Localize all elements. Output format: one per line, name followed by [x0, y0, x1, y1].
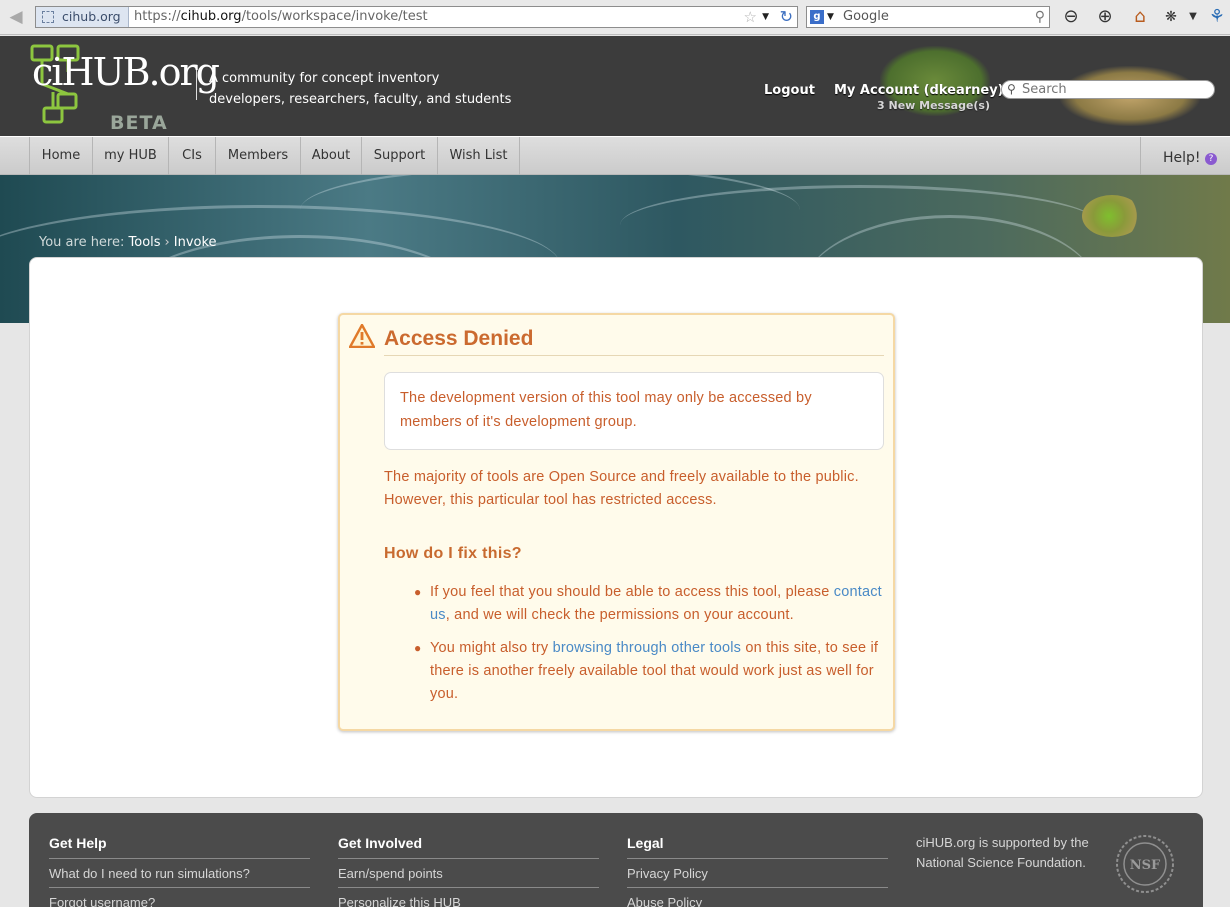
breadcrumb-item-invoke: Invoke	[173, 235, 217, 250]
footer-heading: Get Involved	[338, 835, 599, 859]
chevron-down-icon[interactable]: ▼	[1180, 4, 1206, 30]
footer-link[interactable]: Earn/spend points	[338, 859, 599, 888]
breadcrumb: You are here: Tools › Invoke	[39, 235, 217, 250]
logout-link[interactable]: Logout	[764, 83, 815, 98]
new-messages-link[interactable]: 3 New Message(s)	[877, 99, 990, 112]
help-link[interactable]: Help! ?	[1140, 137, 1230, 175]
logo-divider	[196, 70, 197, 100]
list-item: ● You might also try browsing through oth…	[414, 637, 890, 706]
site-footer: Get Help What do I need to run simulatio…	[29, 813, 1203, 907]
list-item: ● If you feel that you should be able to …	[414, 581, 890, 627]
support-text: ciHUB.org is supported by the National S…	[916, 835, 1089, 870]
nav-item-about[interactable]: About	[301, 137, 362, 175]
tagline-line: A community for concept inventory	[209, 71, 440, 86]
breadcrumb-prefix: You are here:	[39, 235, 125, 250]
browse-tools-link[interactable]: browsing through other tools	[553, 640, 742, 656]
url-domain: cihub.org	[180, 9, 242, 24]
fix-text: , and we will check the permissions on y…	[445, 607, 794, 623]
tagline-line: developers, researchers, faculty, and st…	[209, 92, 512, 107]
url-path: /tools/workspace/invoke/test	[241, 9, 428, 24]
footer-heading: Legal	[627, 835, 888, 859]
bookmark-star-icon[interactable]: ☆	[744, 7, 757, 27]
breadcrumb-item-tools[interactable]: Tools	[129, 235, 161, 250]
url-dropdown-icon[interactable]: ▼	[762, 7, 769, 27]
access-denied-box: Access Denied The development version of…	[338, 313, 895, 731]
logo-beta-label: BETA	[110, 112, 168, 134]
site-search-input[interactable]	[1022, 81, 1210, 98]
fix-text: You might also try	[430, 640, 553, 656]
site-identity-button[interactable]: cihub.org	[36, 7, 129, 27]
breadcrumb-separator: ›	[164, 235, 170, 250]
footer-column-get-help: Get Help What do I need to run simulatio…	[49, 835, 310, 907]
address-bar[interactable]: cihub.org https://cihub.org/tools/worksp…	[35, 6, 798, 28]
footer-column-legal: Legal Privacy Policy Abuse Policy	[627, 835, 888, 907]
nav-item-members[interactable]: Members	[216, 137, 301, 175]
intro-text: The majority of tools are Open Source an…	[384, 469, 859, 508]
title-divider	[384, 355, 884, 356]
footer-heading: Get Help	[49, 835, 310, 859]
footer-link[interactable]: What do I need to run simulations?	[49, 859, 310, 888]
site-identity-label: cihub.org	[62, 9, 121, 24]
search-icon: ⚲	[1007, 82, 1016, 96]
browser-search-input[interactable]: Google	[843, 7, 889, 27]
nav-item-home[interactable]: Home	[30, 137, 93, 175]
nsf-logo-text: NSF	[1130, 858, 1161, 873]
nav-item-support[interactable]: Support	[362, 137, 438, 175]
notice-message: The development version of this tool may…	[384, 372, 884, 450]
google-icon[interactable]: g	[810, 10, 824, 24]
fix-list: ● If you feel that you should be able to …	[414, 581, 890, 716]
url-text[interactable]: https://cihub.org/tools/workspace/invoke…	[134, 7, 428, 27]
site-search-box[interactable]: ⚲	[1001, 80, 1215, 99]
nsf-logo[interactable]: NSF	[1114, 833, 1176, 895]
engine-dropdown-icon[interactable]: ▼	[827, 7, 834, 27]
question-icon: ?	[1204, 153, 1217, 165]
nav-item-wish-list[interactable]: Wish List	[438, 137, 520, 175]
footer-link[interactable]: Privacy Policy	[627, 859, 888, 888]
main-nav: Home my HUB CIs Members About Support Wi…	[0, 136, 1230, 175]
magnifier-icon[interactable]: ⚲	[1035, 7, 1045, 27]
nav-item-cis[interactable]: CIs	[169, 137, 216, 175]
error-title: Access Denied	[384, 327, 534, 350]
footer-column-get-involved: Get Involved Earn/spend points Personali…	[338, 835, 599, 907]
logo-text[interactable]: ciHUB.org	[32, 50, 220, 94]
reload-icon[interactable]: ↻	[780, 7, 793, 27]
browser-search-box[interactable]: g ▼ Google ⚲	[806, 6, 1050, 28]
zoom-out-icon[interactable]: ⊖	[1058, 4, 1084, 30]
identity-icon	[42, 11, 54, 23]
browser-toolbar: ◀ cihub.org https://cihub.org/tools/work…	[0, 0, 1230, 35]
my-account-link[interactable]: My Account (dkearney)	[834, 83, 1004, 98]
bullet-icon: ●	[414, 641, 422, 655]
site-tagline: A community for concept inventory develo…	[209, 68, 511, 110]
nav-item-my-hub[interactable]: my HUB	[93, 137, 169, 175]
url-prefix: https://	[134, 9, 181, 24]
footer-link[interactable]: Personalize this HUB	[338, 888, 599, 907]
network-icon[interactable]: ⚘	[1204, 4, 1230, 30]
home-icon[interactable]: ⌂	[1127, 4, 1153, 30]
back-arrow-icon[interactable]: ◀	[4, 6, 28, 28]
help-label: Help!	[1163, 150, 1201, 166]
fix-text: If you feel that you should be able to a…	[430, 584, 834, 600]
fix-heading: How do I fix this?	[384, 545, 522, 562]
footer-link[interactable]: Abuse Policy	[627, 888, 888, 907]
bullet-icon: ●	[414, 585, 422, 599]
zoom-in-icon[interactable]: ⊕	[1092, 4, 1118, 30]
neuron-cell-image	[1082, 195, 1142, 237]
footer-link[interactable]: Forgot username?	[49, 888, 310, 907]
warning-icon	[349, 324, 375, 348]
